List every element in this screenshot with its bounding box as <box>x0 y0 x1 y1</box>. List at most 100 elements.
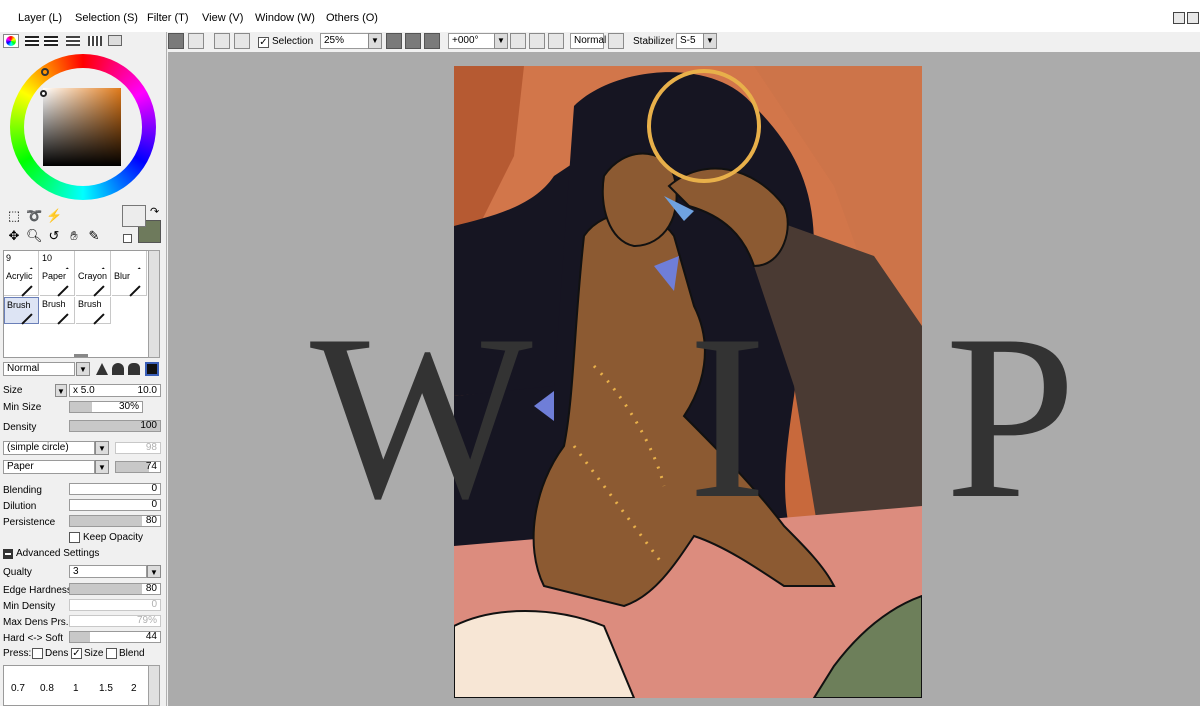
menu-view[interactable]: View (V) <box>202 12 243 24</box>
scratchpad-tab[interactable] <box>108 35 122 46</box>
swatches-tab[interactable] <box>88 36 102 46</box>
stabilizer-dropdown[interactable]: ▼ <box>703 33 717 49</box>
menu-window[interactable]: Window (W) <box>255 12 315 24</box>
quality-select[interactable]: 3 <box>69 565 147 578</box>
rotate-left-button[interactable] <box>510 33 526 49</box>
lasso-tool[interactable]: ➰ <box>26 208 42 224</box>
size-preset-scrollbar[interactable] <box>148 665 160 706</box>
brush-2[interactable]: Brush <box>40 297 75 325</box>
size-preset-item[interactable]: 2 <box>131 683 137 694</box>
brush-crayon[interactable]: Crayon <box>76 269 111 297</box>
hue-picker-handle[interactable] <box>41 68 49 76</box>
brush-cell-label: Blur <box>114 271 131 281</box>
menu-others[interactable]: Others (O) <box>326 12 378 24</box>
brush-shape-strength[interactable]: 98 <box>115 442 161 454</box>
rect-select-tool[interactable]: ⬚ <box>6 208 22 224</box>
texture-strength-slider[interactable]: 74 <box>115 461 161 473</box>
rgb-sliders-tab[interactable] <box>25 36 39 46</box>
selection-checkbox[interactable]: ✓ <box>258 37 269 48</box>
brush-paper[interactable]: Paper <box>40 269 75 297</box>
texture-dropdown[interactable]: ▼ <box>95 460 109 474</box>
rotate-right-button[interactable] <box>529 33 545 49</box>
quality-dropdown[interactable]: ▼ <box>147 565 161 578</box>
rotate-tool[interactable]: ↺ <box>46 228 62 244</box>
eyedropper-tool[interactable]: ✎ <box>86 228 102 244</box>
rotation-reset-button[interactable] <box>548 33 564 49</box>
quality-label: Qualty <box>3 567 32 578</box>
sv-picker-handle[interactable] <box>40 90 47 97</box>
brush-shape-dropdown[interactable]: ▼ <box>95 441 109 455</box>
invert-selection-button[interactable] <box>234 33 250 49</box>
deselect-button[interactable] <box>214 33 230 49</box>
redo-button[interactable] <box>188 33 204 49</box>
keep-opacity-checkbox[interactable] <box>69 532 80 543</box>
zoom-in-button[interactable] <box>405 33 421 49</box>
brush-shape-square-icon[interactable] <box>145 362 159 376</box>
blend-mode-select[interactable]: Normal <box>3 362 75 376</box>
hand-tool[interactable]: ✋︎ <box>66 228 82 244</box>
brush-shape-soft-icon[interactable] <box>128 363 140 375</box>
menu-filter[interactable]: Filter (T) <box>147 12 189 24</box>
panel-splitter[interactable] <box>74 354 88 357</box>
move-tool[interactable]: ✥ <box>6 228 22 244</box>
color-mixer-tab[interactable] <box>66 36 80 46</box>
persistence-label: Persistence <box>3 517 56 528</box>
max-dens-slider[interactable]: 79% <box>69 615 161 627</box>
size-preset-item[interactable]: 0.7 <box>11 683 25 694</box>
dilution-slider[interactable]: 0 <box>69 499 161 511</box>
hard-soft-slider[interactable]: 44 <box>69 631 161 643</box>
brush-shape-medium-icon[interactable] <box>112 363 124 375</box>
primary-color-swatch[interactable] <box>122 205 146 227</box>
brush-shape-sharp-icon[interactable] <box>96 363 108 375</box>
density-slider[interactable]: 100 <box>69 420 161 432</box>
zoom-dropdown[interactable]: ▼ <box>368 33 382 49</box>
zoom-reset-button[interactable] <box>424 33 440 49</box>
blending-slider[interactable]: 0 <box>69 483 161 495</box>
menu-layer[interactable]: Layer (L) <box>18 12 62 24</box>
default-colors-icon[interactable] <box>123 234 132 243</box>
advanced-settings-label[interactable]: Advanced Settings <box>16 548 99 559</box>
persistence-slider[interactable]: 80 <box>69 515 161 527</box>
brush-3[interactable]: Brush <box>76 297 111 325</box>
rotation-field[interactable]: +000° <box>448 33 496 49</box>
texture-select[interactable]: Paper <box>3 460 95 474</box>
color-wheel-icon <box>6 36 16 46</box>
menu-bar: Layer (L) Selection (S) Filter (T) View … <box>0 0 1200 32</box>
press-blend-checkbox[interactable] <box>106 648 117 659</box>
brush-cell-label: Brush <box>7 300 31 310</box>
zoom-field[interactable]: 25% <box>320 33 370 49</box>
brush-shape-select[interactable]: (simple circle) <box>3 441 95 455</box>
dilution-label: Dilution <box>3 501 37 512</box>
saturation-value-square[interactable] <box>43 88 121 166</box>
min-density-slider[interactable]: 0 <box>69 599 161 611</box>
rotation-dropdown[interactable]: ▼ <box>494 33 508 49</box>
size-mult-dropdown[interactable]: ▼ <box>55 384 67 397</box>
minimize-button[interactable] <box>1173 12 1185 24</box>
hsv-sliders-tab[interactable] <box>44 36 58 46</box>
edge-hardness-slider[interactable]: 80 <box>69 583 161 595</box>
stabilizer-field[interactable]: S-5 <box>676 33 704 49</box>
size-field[interactable]: x 5.0 10.0 <box>69 384 161 397</box>
undo-button[interactable] <box>168 33 184 49</box>
blend-mode-dropdown[interactable]: ▼ <box>76 362 90 376</box>
brush-grid-scrollbar[interactable] <box>148 250 160 358</box>
zoom-out-button[interactable] <box>386 33 402 49</box>
zoom-tool[interactable]: 🔍︎ <box>26 228 43 244</box>
magic-wand-tool[interactable]: ⚡ <box>46 208 62 224</box>
min-size-slider[interactable]: 30% <box>69 401 143 413</box>
collapse-icon[interactable] <box>3 549 13 559</box>
color-wheel-tab[interactable] <box>3 34 19 48</box>
size-preset-item[interactable]: 1 <box>73 683 79 694</box>
brush-blur[interactable]: Blur <box>112 269 147 297</box>
size-preset-item[interactable]: 0.8 <box>40 683 54 694</box>
flip-button[interactable] <box>608 33 624 49</box>
press-size-checkbox[interactable]: ✓ <box>71 648 82 659</box>
restore-button[interactable] <box>1187 12 1199 24</box>
brush-acrylic[interactable]: Acrylic <box>4 269 39 297</box>
blend-mode-field[interactable]: Normal <box>570 33 606 49</box>
menu-selection[interactable]: Selection (S) <box>75 12 138 24</box>
press-dens-checkbox[interactable] <box>32 648 43 659</box>
size-preset-item[interactable]: 1.5 <box>99 683 113 694</box>
swap-colors-icon[interactable]: ↷ <box>150 205 159 218</box>
brush-selected[interactable]: Brush <box>4 297 39 325</box>
